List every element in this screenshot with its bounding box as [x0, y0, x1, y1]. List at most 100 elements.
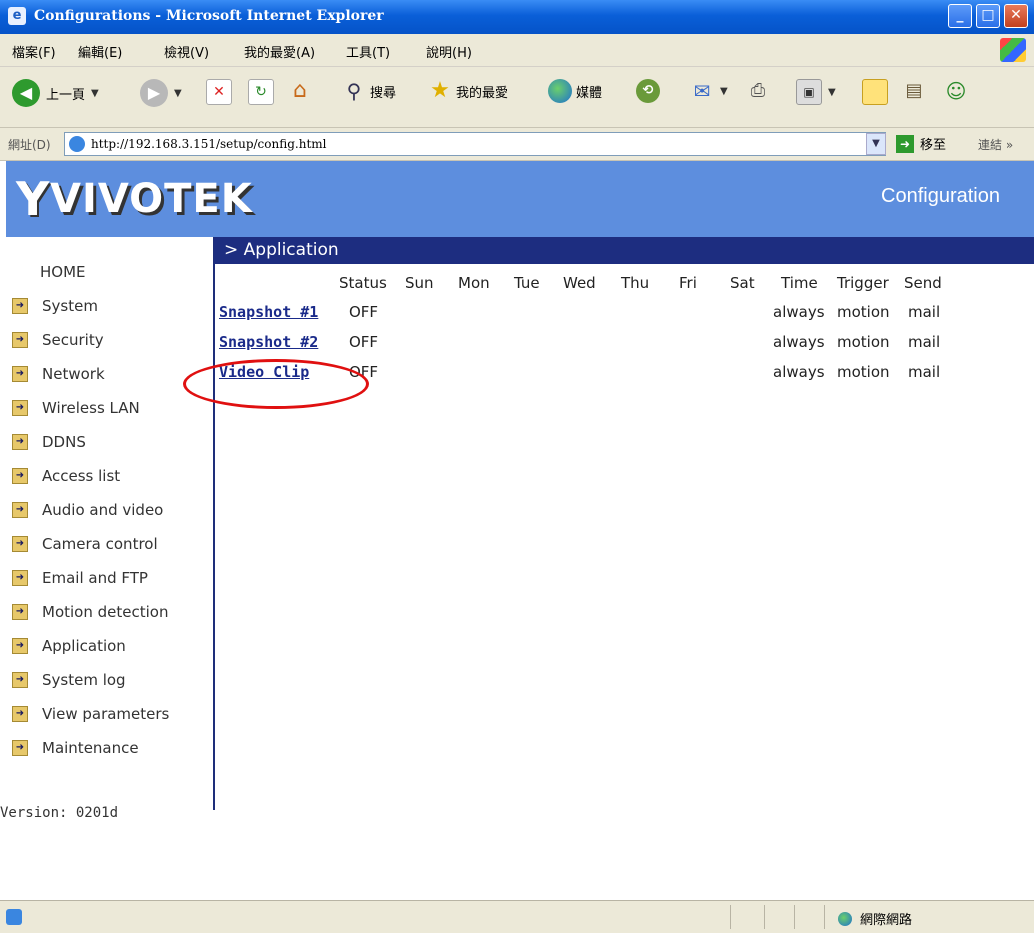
sidebar-item-label: Security: [42, 331, 104, 349]
menu-view[interactable]: 檢視(V): [164, 42, 209, 61]
status-divider: [764, 905, 765, 929]
menu-file[interactable]: 檔案(F): [12, 42, 56, 61]
column-header-thu: Thu: [621, 274, 650, 292]
sidebar-item-wireless-lan[interactable]: ➜ Wireless LAN: [12, 399, 140, 417]
history-button[interactable]: ⟲: [636, 79, 660, 103]
ie-icon: e: [8, 7, 26, 25]
column-header-mon: Mon: [458, 274, 490, 292]
snapshot-2-time: always: [773, 333, 825, 351]
media-label: 媒體: [576, 85, 603, 101]
edit-icon: ▣: [796, 79, 822, 105]
page-banner: Y VIVOTEK Configuration: [6, 161, 1034, 237]
forward-button[interactable]: ▶ ▼: [140, 79, 182, 107]
arrow-right-icon: ➜: [12, 536, 28, 552]
sidebar-item-ddns[interactable]: ➜ DDNS: [12, 433, 86, 451]
address-url[interactable]: http://192.168.3.151/setup/config.html: [91, 137, 327, 151]
arrow-right-icon: ➜: [12, 502, 28, 518]
column-header-wed: Wed: [563, 274, 596, 292]
links-button[interactable]: 連結 »: [978, 136, 1013, 153]
windows-logo-icon: [1000, 38, 1026, 62]
media-icon: [548, 79, 572, 103]
snapshot-2-send: mail: [908, 333, 941, 351]
sidebar-item-security[interactable]: ➜ Security: [12, 331, 104, 349]
print-button[interactable]: ⎙: [746, 79, 770, 103]
sidebar-item-access-list[interactable]: ➜ Access list: [12, 467, 120, 485]
snapshot-1-status: OFF: [349, 303, 379, 321]
toolbar: ◀ 上一頁 ▼ ▶ ▼ ✕ ↻ ⌂ ⚲ 搜尋 ★ 我的最愛 媒體 ⟲ ✉ ▼ ⎙…: [0, 67, 1034, 128]
go-arrow-icon: ➜: [896, 134, 914, 153]
arrow-right-icon: ➜: [12, 400, 28, 416]
maximize-button[interactable]: □: [976, 4, 1000, 28]
sidebar-item-label: Wireless LAN: [42, 399, 140, 417]
snapshot-2-link[interactable]: Snapshot #2: [219, 333, 318, 351]
arrow-right-icon: ➜: [12, 332, 28, 348]
sidebar-item-camera-control[interactable]: ➜ Camera control: [12, 535, 158, 553]
history-icon: ⟲: [636, 79, 660, 103]
menu-help[interactable]: 說明(H): [426, 42, 472, 61]
stop-button[interactable]: ✕: [206, 79, 232, 105]
sidebar-item-email-and-ftp[interactable]: ➜ Email and FTP: [12, 569, 148, 587]
go-button[interactable]: ➜ 移至: [896, 134, 946, 153]
favorites-button[interactable]: ★ 我的最愛: [428, 79, 508, 103]
menu-tools[interactable]: 工具(T): [346, 42, 390, 61]
sidebar-item-label: View parameters: [42, 705, 170, 723]
snapshot-1-time: always: [773, 303, 825, 321]
sidebar-item-label: Application: [42, 637, 126, 655]
page-icon: [69, 136, 85, 152]
menu-favorites[interactable]: 我的最愛(A): [244, 42, 315, 61]
column-header-tue: Tue: [514, 274, 540, 292]
sidebar-item-label: Access list: [42, 467, 121, 485]
sidebar-item-home[interactable]: HOME: [40, 263, 86, 281]
snapshot-2-trigger: motion: [837, 333, 890, 351]
column-header-trigger: Trigger: [837, 274, 889, 292]
zone-label: 網際網路: [860, 913, 913, 928]
search-icon: ⚲: [346, 79, 362, 103]
discuss-button[interactable]: [862, 79, 888, 105]
minimize-button[interactable]: _: [948, 4, 972, 28]
status-divider: [824, 905, 825, 929]
vivotek-logo: Y VIVOTEK: [16, 169, 253, 229]
sidebar-item-label: Camera control: [42, 535, 158, 553]
mail-button[interactable]: ✉ ▼: [690, 79, 728, 103]
arrow-right-icon: ➜: [12, 434, 28, 450]
sidebar-item-view-parameters[interactable]: ➜ View parameters: [12, 705, 169, 723]
sidebar-item-system[interactable]: ➜ System: [12, 297, 98, 315]
column-header-sat: Sat: [730, 274, 755, 292]
arrow-right-icon: ➜: [12, 672, 28, 688]
refresh-button[interactable]: ↻: [248, 79, 274, 105]
search-button[interactable]: ⚲ 搜尋: [342, 79, 396, 103]
sidebar-item-label: Motion detection: [42, 603, 169, 621]
go-label: 移至: [920, 138, 947, 153]
sidebar-item-label: System: [42, 297, 98, 315]
chevron-down-icon: ▼: [720, 85, 728, 97]
links-label: 連結: [978, 138, 1003, 152]
snapshot-1-link[interactable]: Snapshot #1: [219, 303, 318, 321]
edit-button[interactable]: ▣ ▼: [796, 79, 836, 105]
print-icon: ⎙: [750, 80, 766, 101]
menu-edit[interactable]: 編輯(E): [78, 42, 122, 61]
media-button[interactable]: 媒體: [548, 79, 602, 103]
sidebar-item-maintenance[interactable]: ➜ Maintenance: [12, 739, 139, 757]
menu-bar: 檔案(F) 編輯(E) 檢視(V) 我的最愛(A) 工具(T) 說明(H): [0, 34, 1034, 67]
sidebar-item-label: DDNS: [42, 433, 86, 451]
refresh-icon: ↻: [248, 79, 274, 105]
sidebar-item-application[interactable]: ➜ Application: [12, 637, 126, 655]
video-clip-send: mail: [908, 363, 941, 381]
chevron-down-icon: ▼: [91, 87, 99, 99]
back-button[interactable]: ◀ 上一頁 ▼: [12, 79, 99, 107]
research-button[interactable]: ▤: [902, 79, 926, 103]
sidebar-item-system-log[interactable]: ➜ System log: [12, 671, 126, 689]
page-status-icon: [6, 909, 22, 925]
home-button[interactable]: ⌂: [288, 79, 312, 103]
sidebar-item-motion-detection[interactable]: ➜ Motion detection: [12, 603, 168, 621]
sidebar-item-network[interactable]: ➜ Network: [12, 365, 105, 383]
arrow-right-icon: ➜: [12, 570, 28, 586]
address-input[interactable]: http://192.168.3.151/setup/config.html: [64, 132, 886, 156]
address-dropdown-button[interactable]: ▼: [866, 133, 886, 155]
column-header-fri: Fri: [679, 274, 697, 292]
vivotek-mark-icon: Y: [16, 172, 50, 226]
messenger-button[interactable]: ☺: [944, 79, 968, 103]
search-label: 搜尋: [370, 85, 397, 101]
sidebar-item-audio-and-video[interactable]: ➜ Audio and video: [12, 501, 163, 519]
close-button[interactable]: ✕: [1004, 4, 1028, 28]
